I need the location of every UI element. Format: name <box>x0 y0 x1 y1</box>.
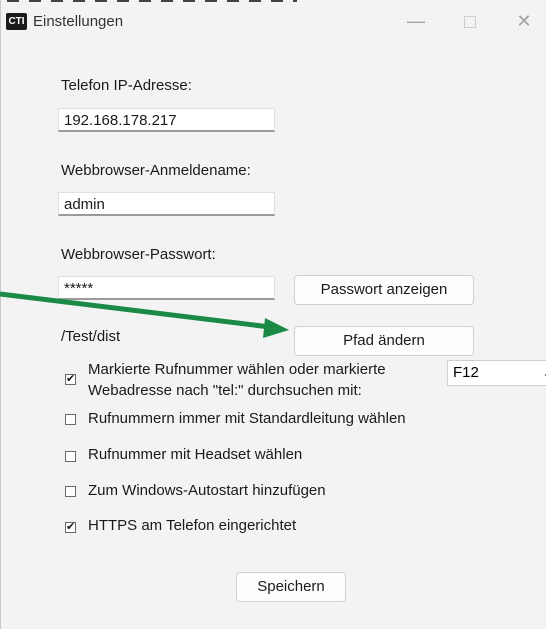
annotation-arrow-head <box>263 318 289 338</box>
annotation-arrow <box>0 291 289 338</box>
annotation-arrow-line <box>0 291 271 330</box>
